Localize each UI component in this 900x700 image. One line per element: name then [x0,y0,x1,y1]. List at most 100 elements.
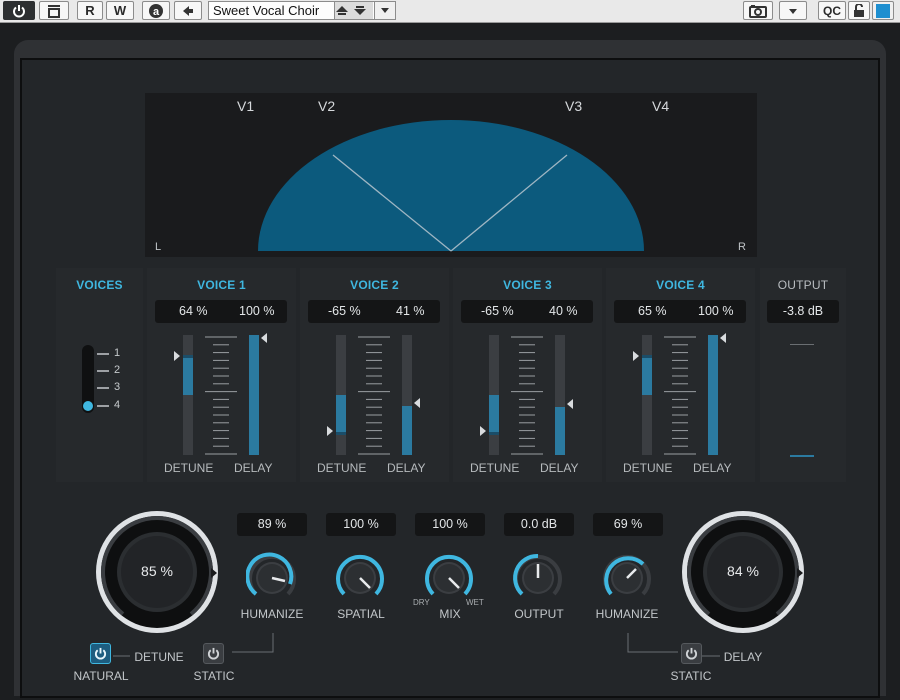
detune-knob-label: DETUNE [134,650,184,664]
mix-dry-label: DRY [413,598,430,607]
mix-knob[interactable] [423,552,475,604]
voice-2-delay-value[interactable]: 41 % [396,304,425,318]
voice-2-delay-fader[interactable] [402,335,412,455]
voice-4-values: 65 % 100 % [614,300,746,323]
voices-option-3[interactable]: 3 [114,381,120,393]
voice-1-values: 64 % 100 % [155,300,287,323]
voice-4-delay-pointer[interactable] [720,333,726,343]
voices-slider-handle[interactable] [83,401,93,411]
auto-button[interactable]: a [142,1,170,20]
voice-marker-v1: V1 [237,98,255,114]
bypass-icon [48,4,60,18]
voice-4-delay-label: DELAY [693,461,732,475]
voice-2-title: VOICE 2 [350,278,399,292]
spatial-value[interactable]: 100 % [326,513,396,536]
voice-2-detune-pointer[interactable] [327,426,333,436]
voice-2-delay-pointer[interactable] [414,398,420,408]
voice-2-detune-fader[interactable] [336,335,346,455]
humanize-left-label: HUMANIZE [240,607,304,621]
read-automation-button[interactable]: R [77,1,103,20]
voice-3-delay-pointer[interactable] [567,399,573,409]
mix-wet-label: WET [466,598,484,607]
voice-4-detune-fader[interactable] [642,335,652,455]
voice-1-delay-fader[interactable] [249,335,259,455]
voice-4-title: VOICE 4 [656,278,705,292]
voice-3-values: -65 % 40 % [461,300,593,323]
mix-value[interactable]: 100 % [415,513,485,536]
voice-3-delay-label: DELAY [540,461,579,475]
spread-arc-graphic [258,120,644,252]
camera-icon [749,4,767,18]
static-left-toggle[interactable] [203,643,224,664]
voice-3-delay-fader[interactable] [555,335,565,455]
natural-toggle[interactable] [90,643,111,664]
output-knob[interactable] [512,552,564,604]
preset-selector[interactable]: Sweet Vocal Choir [208,1,396,20]
delay-knob-label: DELAY [723,650,763,664]
voice-1-delay-pointer[interactable] [261,333,267,343]
detune-big-knob-value: 85 % [141,563,173,579]
voice-1-detune-pointer[interactable] [174,351,180,361]
voice-2-values: -65 % 41 % [308,300,440,323]
voice-1-detune-fader[interactable] [183,335,193,455]
preset-menu-button[interactable] [374,2,395,19]
snapshot-button[interactable] [743,1,773,20]
voice-3-scale [511,336,543,455]
voice-3-detune-pointer[interactable] [480,426,486,436]
power-icon [13,4,25,17]
voice-3-section: VOICE 3 -65 % 40 % DETUNE DELAY [453,268,602,482]
humanize-left-knob[interactable] [246,552,298,604]
voice-3-delay-value[interactable]: 40 % [549,304,578,318]
output-meter-peak [790,344,814,345]
voice-4-delay-value[interactable]: 100 % [698,304,733,318]
preset-name[interactable]: Sweet Vocal Choir [213,3,333,18]
voice-3-detune-value[interactable]: -65 % [481,304,514,318]
quick-controls-button[interactable]: QC [818,1,846,20]
side-chain-button[interactable] [174,1,202,20]
lock-button[interactable] [848,1,870,20]
power-icon [207,647,220,660]
voice-4-scale [664,336,696,455]
mix-label: MIX [439,607,461,621]
output-gain-value[interactable]: 0.0 dB [504,513,574,536]
voice-marker-v2: V2 [318,98,336,114]
connector-lines [113,633,720,657]
voice-1-delay-value[interactable]: 100 % [239,304,274,318]
voices-option-4[interactable]: 4 [114,399,120,411]
voice-4-section: VOICE 4 65 % 100 % DETUNE DELAY [606,268,755,482]
left-channel-label: L [155,241,162,253]
voice-2-detune-value[interactable]: -65 % [328,304,361,318]
voices-option-2[interactable]: 2 [114,364,120,376]
humanize-right-knob[interactable] [601,552,653,604]
spatial-knob[interactable] [334,552,386,604]
write-automation-button[interactable]: W [106,1,134,20]
preset-up-down-icon [336,6,366,15]
static-right-toggle[interactable] [681,643,702,664]
spatial-label: SPATIAL [337,607,385,621]
output-gain-label: OUTPUT [514,607,564,621]
voice-1-scale [205,336,237,455]
humanize-right-value[interactable]: 69 % [593,513,663,536]
natural-label: NATURAL [73,669,129,683]
preset-nav[interactable] [334,2,373,19]
voice-4-detune-pointer[interactable] [633,351,639,361]
voice-3-detune-fader[interactable] [489,335,499,455]
voices-ticks [97,353,109,407]
bypass-button[interactable] [39,1,69,20]
voice-1-detune-label: DETUNE [164,461,214,475]
color-button[interactable] [872,1,894,20]
voice-3-detune-label: DETUNE [470,461,520,475]
voice-4-detune-value[interactable]: 65 % [638,304,667,318]
voices-option-1[interactable]: 1 [114,347,120,359]
voice-4-delay-fader[interactable] [708,335,718,455]
voice-1-section: VOICE 1 64 % 100 % DETUNE DELAY [147,268,296,482]
humanize-left-value[interactable]: 89 % [237,513,307,536]
voice-3-title: VOICE 3 [503,278,552,292]
voice-2-section: VOICE 2 -65 % 41 % DETUNE DELAY [300,268,449,482]
voice-1-detune-value[interactable]: 64 % [179,304,208,318]
functions-menu-button[interactable] [779,1,807,20]
voice-marker-v4: V4 [652,98,670,114]
power-icon [94,647,107,660]
output-meter-level [790,455,814,457]
power-button[interactable] [3,1,35,20]
